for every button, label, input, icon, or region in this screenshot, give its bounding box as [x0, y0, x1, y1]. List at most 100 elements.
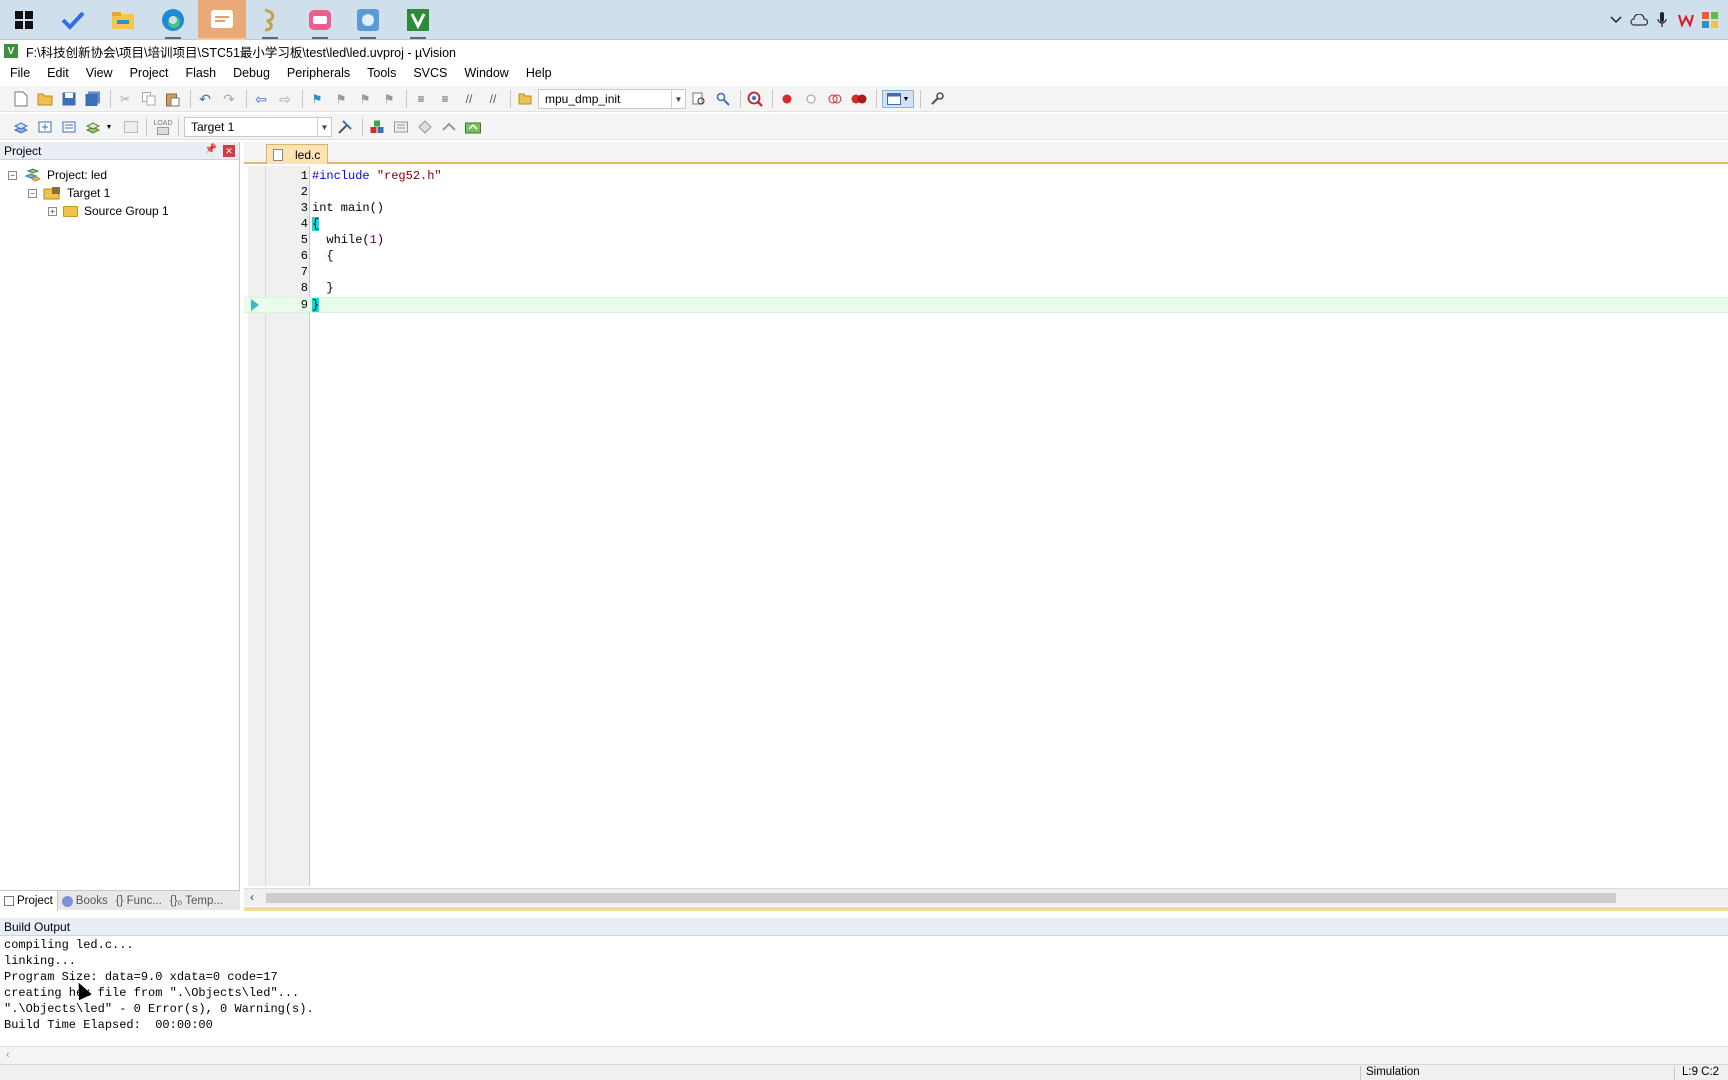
- tree-item-target[interactable]: − Target 1: [28, 184, 110, 202]
- app-tray-icon[interactable]: [1700, 10, 1720, 30]
- navigate-back-icon[interactable]: ⇦: [252, 90, 270, 108]
- cut-icon[interactable]: ✂: [116, 90, 134, 108]
- navigate-forward-icon[interactable]: ⇨: [276, 90, 294, 108]
- comment-icon[interactable]: //: [460, 90, 478, 108]
- collapse-icon[interactable]: −: [28, 188, 37, 198]
- keil-uvision-icon[interactable]: [400, 4, 436, 39]
- code-line[interactable]: 2: [244, 185, 1728, 201]
- pack-installer-icon[interactable]: [464, 118, 482, 136]
- close-icon[interactable]: ✕: [223, 145, 235, 157]
- find-combo[interactable]: mpu_dmp_init ▼: [538, 89, 686, 109]
- code-line-current[interactable]: 9 }: [244, 297, 1728, 313]
- uncomment-icon[interactable]: //: [484, 90, 502, 108]
- prev-bookmark-icon[interactable]: ⚑: [332, 90, 350, 108]
- menu-file[interactable]: File: [0, 66, 37, 80]
- rte-icon[interactable]: [440, 118, 458, 136]
- download-load-icon[interactable]: LOAD: [152, 118, 174, 136]
- chevron-down-icon[interactable]: ▼: [317, 118, 331, 136]
- open-folder-icon[interactable]: [36, 90, 54, 108]
- edge-browser-icon[interactable]: [155, 4, 191, 39]
- editor-tab-label: led.c: [295, 147, 321, 162]
- code-line[interactable]: 1 #include "reg52.h": [244, 169, 1728, 185]
- bookmark-icon[interactable]: ⚑: [308, 90, 326, 108]
- menu-edit[interactable]: Edit: [37, 66, 76, 80]
- build-output-text[interactable]: compiling led.c... linking... Program Si…: [0, 936, 1728, 1034]
- menu-help[interactable]: Help: [516, 66, 559, 80]
- pin-icon[interactable]: 📌: [205, 144, 217, 155]
- find-in-files-icon[interactable]: [516, 90, 534, 108]
- menu-flash[interactable]: Flash: [175, 66, 223, 80]
- scroll-left-icon[interactable]: ‹: [250, 890, 254, 904]
- tree-item-project[interactable]: − Project: led: [8, 166, 107, 184]
- keil-dragon-icon[interactable]: [252, 4, 288, 39]
- tab-templates[interactable]: {}₀ Temp...: [166, 891, 227, 911]
- save-icon[interactable]: [60, 90, 78, 108]
- tab-project[interactable]: Project: [0, 891, 58, 911]
- code-line[interactable]: 8 }: [244, 281, 1728, 297]
- todo-app-icon[interactable]: [55, 4, 91, 36]
- indent-icon[interactable]: ≡: [412, 90, 430, 108]
- incremental-find-icon[interactable]: [714, 90, 732, 108]
- unindent-icon[interactable]: ≡: [436, 90, 454, 108]
- wps-icon[interactable]: [1676, 10, 1696, 30]
- insert-breakpoint-icon[interactable]: [778, 90, 796, 108]
- enable-breakpoint-icon[interactable]: [802, 90, 820, 108]
- target-select[interactable]: Target 1 ▼: [184, 117, 332, 137]
- chevron-down-icon[interactable]: ▼: [100, 118, 118, 136]
- menu-tools[interactable]: Tools: [357, 66, 403, 80]
- window-layout-icon[interactable]: ▼: [882, 90, 914, 108]
- paste-icon[interactable]: [164, 90, 182, 108]
- debug-session-icon[interactable]: [746, 90, 764, 108]
- microphone-icon[interactable]: [1652, 10, 1672, 30]
- new-file-icon[interactable]: [12, 90, 30, 108]
- save-all-icon[interactable]: [84, 90, 102, 108]
- code-line[interactable]: 3 int main(): [244, 201, 1728, 217]
- manage-project-items-icon[interactable]: [392, 118, 410, 136]
- build-output-header: Build Output: [0, 918, 1728, 936]
- document-app-icon[interactable]: [198, 0, 246, 40]
- snipping-tool-icon[interactable]: [350, 4, 386, 39]
- manage-components-icon[interactable]: [368, 118, 386, 136]
- menu-window[interactable]: Window: [454, 66, 515, 80]
- tab-functions[interactable]: {} Func...: [112, 891, 166, 911]
- stop-build-icon[interactable]: [122, 118, 140, 136]
- translate-icon[interactable]: [12, 118, 30, 136]
- cloud-icon[interactable]: [1629, 10, 1649, 30]
- file-explorer-icon[interactable]: [105, 4, 141, 36]
- menu-peripherals[interactable]: Peripherals: [277, 66, 357, 80]
- menu-project[interactable]: Project: [120, 66, 176, 80]
- code-line[interactable]: 4 {: [244, 217, 1728, 233]
- scrollbar-thumb[interactable]: [266, 893, 1616, 903]
- code-line[interactable]: 7: [244, 265, 1728, 281]
- build-icon[interactable]: [36, 118, 54, 136]
- kill-breakpoints-icon[interactable]: [850, 90, 868, 108]
- chevron-down-icon[interactable]: ▼: [671, 90, 685, 108]
- copy-icon[interactable]: [140, 90, 158, 108]
- tree-item-source-group[interactable]: + Source Group 1: [48, 202, 169, 220]
- editor-horizontal-scrollbar[interactable]: ‹: [244, 888, 1728, 906]
- find-icon[interactable]: [690, 90, 708, 108]
- menu-view[interactable]: View: [76, 66, 120, 80]
- menu-svcs[interactable]: SVCS: [403, 66, 454, 80]
- chevron-up-icon[interactable]: [1606, 10, 1626, 30]
- code-line[interactable]: 5 while(1): [244, 233, 1728, 249]
- menu-debug[interactable]: Debug: [223, 66, 277, 80]
- undo-icon[interactable]: ↶: [196, 90, 214, 108]
- code-line[interactable]: 6 {: [244, 249, 1728, 265]
- select-packs-icon[interactable]: [416, 118, 434, 136]
- next-bookmark-icon[interactable]: ⚑: [356, 90, 374, 108]
- tab-books[interactable]: Books: [58, 891, 112, 911]
- editor-tab-led-c[interactable]: led.c: [266, 144, 328, 164]
- clear-bookmarks-icon[interactable]: ⚑: [380, 90, 398, 108]
- build-output-scrollbar[interactable]: ‹: [0, 1046, 1728, 1064]
- collapse-icon[interactable]: −: [8, 170, 17, 180]
- bilibili-icon[interactable]: [302, 4, 338, 39]
- rebuild-icon[interactable]: [60, 118, 78, 136]
- scroll-left-icon[interactable]: ‹: [6, 1049, 10, 1061]
- disable-breakpoints-icon[interactable]: [826, 90, 844, 108]
- configure-icon[interactable]: [928, 90, 946, 108]
- target-options-icon[interactable]: [336, 118, 354, 136]
- windows-start-icon[interactable]: [6, 4, 42, 36]
- expand-icon[interactable]: +: [48, 206, 57, 216]
- redo-icon[interactable]: ↷: [220, 90, 238, 108]
